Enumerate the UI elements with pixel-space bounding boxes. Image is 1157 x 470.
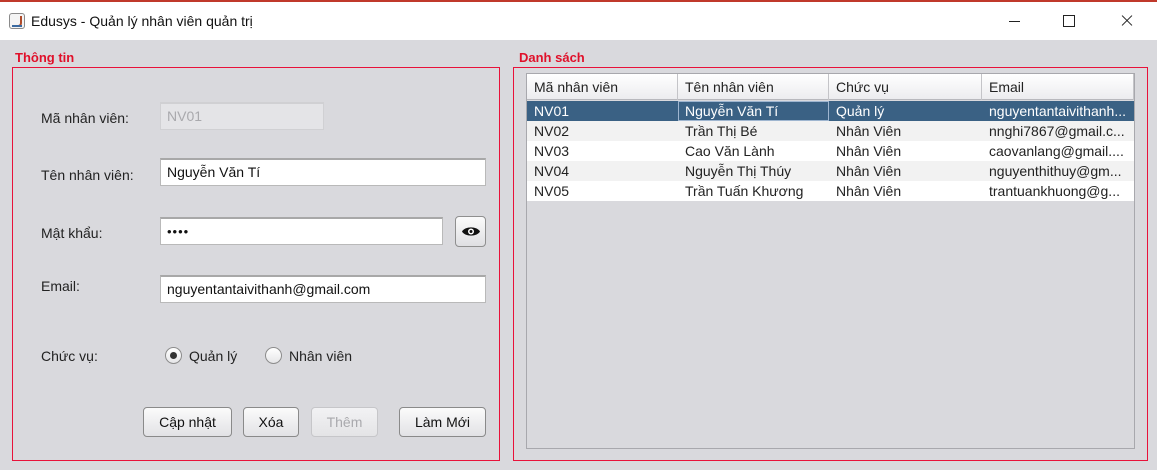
table-cell: Trần Tuấn Khương xyxy=(685,183,804,199)
role-manager-label: Quản lý xyxy=(189,348,238,364)
update-button[interactable]: Cập nhật xyxy=(143,407,232,437)
role-staff-label: Nhân viên xyxy=(289,348,353,364)
table-cell: Nhân Viên xyxy=(836,163,902,179)
role-manager-radio[interactable]: Quản lý xyxy=(165,346,245,366)
table-cell: Trần Thị Bé xyxy=(685,123,758,139)
employee-id-label: Mã nhân viên: xyxy=(41,110,129,126)
column-header[interactable]: Email xyxy=(982,74,1134,100)
title-bar: Edusys - Quản lý nhân viên quản trị xyxy=(0,0,1157,40)
table-cell: nguyenthithuy@gm... xyxy=(989,163,1122,179)
table-cell: trantuankhuong@g... xyxy=(989,183,1120,199)
table-cell: Nhân Viên xyxy=(836,123,902,139)
close-icon[interactable] xyxy=(1116,10,1138,32)
list-panel-title: Danh sách xyxy=(519,50,585,65)
employee-name-label: Tên nhân viên: xyxy=(41,167,134,183)
table-cell: NV02 xyxy=(534,123,570,139)
table-cell: Nhân Viên xyxy=(836,143,902,159)
email-field[interactable]: nguyentantaivithanh@gmail.com xyxy=(160,275,486,303)
minimize-icon[interactable] xyxy=(1004,10,1026,32)
show-password-button[interactable] xyxy=(455,216,486,247)
table-cell: nnghi7867@gmail.c... xyxy=(989,123,1125,139)
delete-button[interactable]: Xóa xyxy=(243,407,299,437)
employee-name-field[interactable]: Nguyễn Văn Tí xyxy=(160,158,486,186)
table-cell: Cao Văn Lành xyxy=(685,143,775,159)
eye-icon xyxy=(462,227,480,236)
table-cell: Nguyễn Thị Thúy xyxy=(685,163,792,179)
window-title: Edusys - Quản lý nhân viên quản trị xyxy=(31,13,253,29)
table-cell: NV01 xyxy=(534,103,570,119)
add-button[interactable]: Thêm xyxy=(311,407,378,437)
table-cell: NV05 xyxy=(534,183,570,199)
table-row[interactable]: NV02 Trần Thị Bé Nhân Viên nnghi7867@gma… xyxy=(527,121,1134,141)
table-cell: nguyentantaivithanh... xyxy=(989,103,1126,119)
table-cell: caovanlang@gmail.... xyxy=(989,143,1124,159)
employee-table[interactable]: Mã nhân viên Tên nhân viên Chức vụ Email… xyxy=(526,73,1135,449)
table-body: NV01 Nguyễn Văn Tí Quản lý nguyentantaiv… xyxy=(527,101,1134,201)
table-row[interactable]: NV03 Cao Văn Lành Nhân Viên caovanlang@g… xyxy=(527,141,1134,161)
table-cell: Nguyễn Văn Tí xyxy=(678,101,829,121)
column-header[interactable]: Tên nhân viên xyxy=(678,74,829,100)
table-cell: NV03 xyxy=(534,143,570,159)
column-header[interactable]: Mã nhân viên xyxy=(527,74,678,100)
email-label: Email: xyxy=(41,278,80,294)
maximize-icon[interactable] xyxy=(1058,10,1080,32)
java-cup-icon xyxy=(9,13,25,29)
password-field[interactable]: •••• xyxy=(160,217,443,245)
password-label: Mật khẩu: xyxy=(41,225,103,241)
info-panel-title: Thông tin xyxy=(15,50,75,65)
table-cell: NV04 xyxy=(534,163,570,179)
role-staff-radio[interactable]: Nhân viên xyxy=(265,346,360,366)
table-cell: Quản lý xyxy=(836,103,885,119)
employee-id-field[interactable]: NV01 xyxy=(160,102,324,130)
reset-button[interactable]: Làm Mới xyxy=(399,407,486,437)
radio-checked-icon xyxy=(165,347,182,364)
column-header[interactable]: Chức vụ xyxy=(829,74,982,100)
table-header: Mã nhân viên Tên nhân viên Chức vụ Email xyxy=(527,74,1134,100)
table-cell: Nhân Viên xyxy=(836,183,902,199)
role-label: Chức vụ: xyxy=(41,348,98,364)
table-row[interactable]: NV04 Nguyễn Thị Thúy Nhân Viên nguyenthi… xyxy=(527,161,1134,181)
table-row[interactable]: NV01 Nguyễn Văn Tí Quản lý nguyentantaiv… xyxy=(527,101,1134,121)
table-row[interactable]: NV05 Trần Tuấn Khương Nhân Viên trantuan… xyxy=(527,181,1134,201)
radio-unchecked-icon xyxy=(265,347,282,364)
